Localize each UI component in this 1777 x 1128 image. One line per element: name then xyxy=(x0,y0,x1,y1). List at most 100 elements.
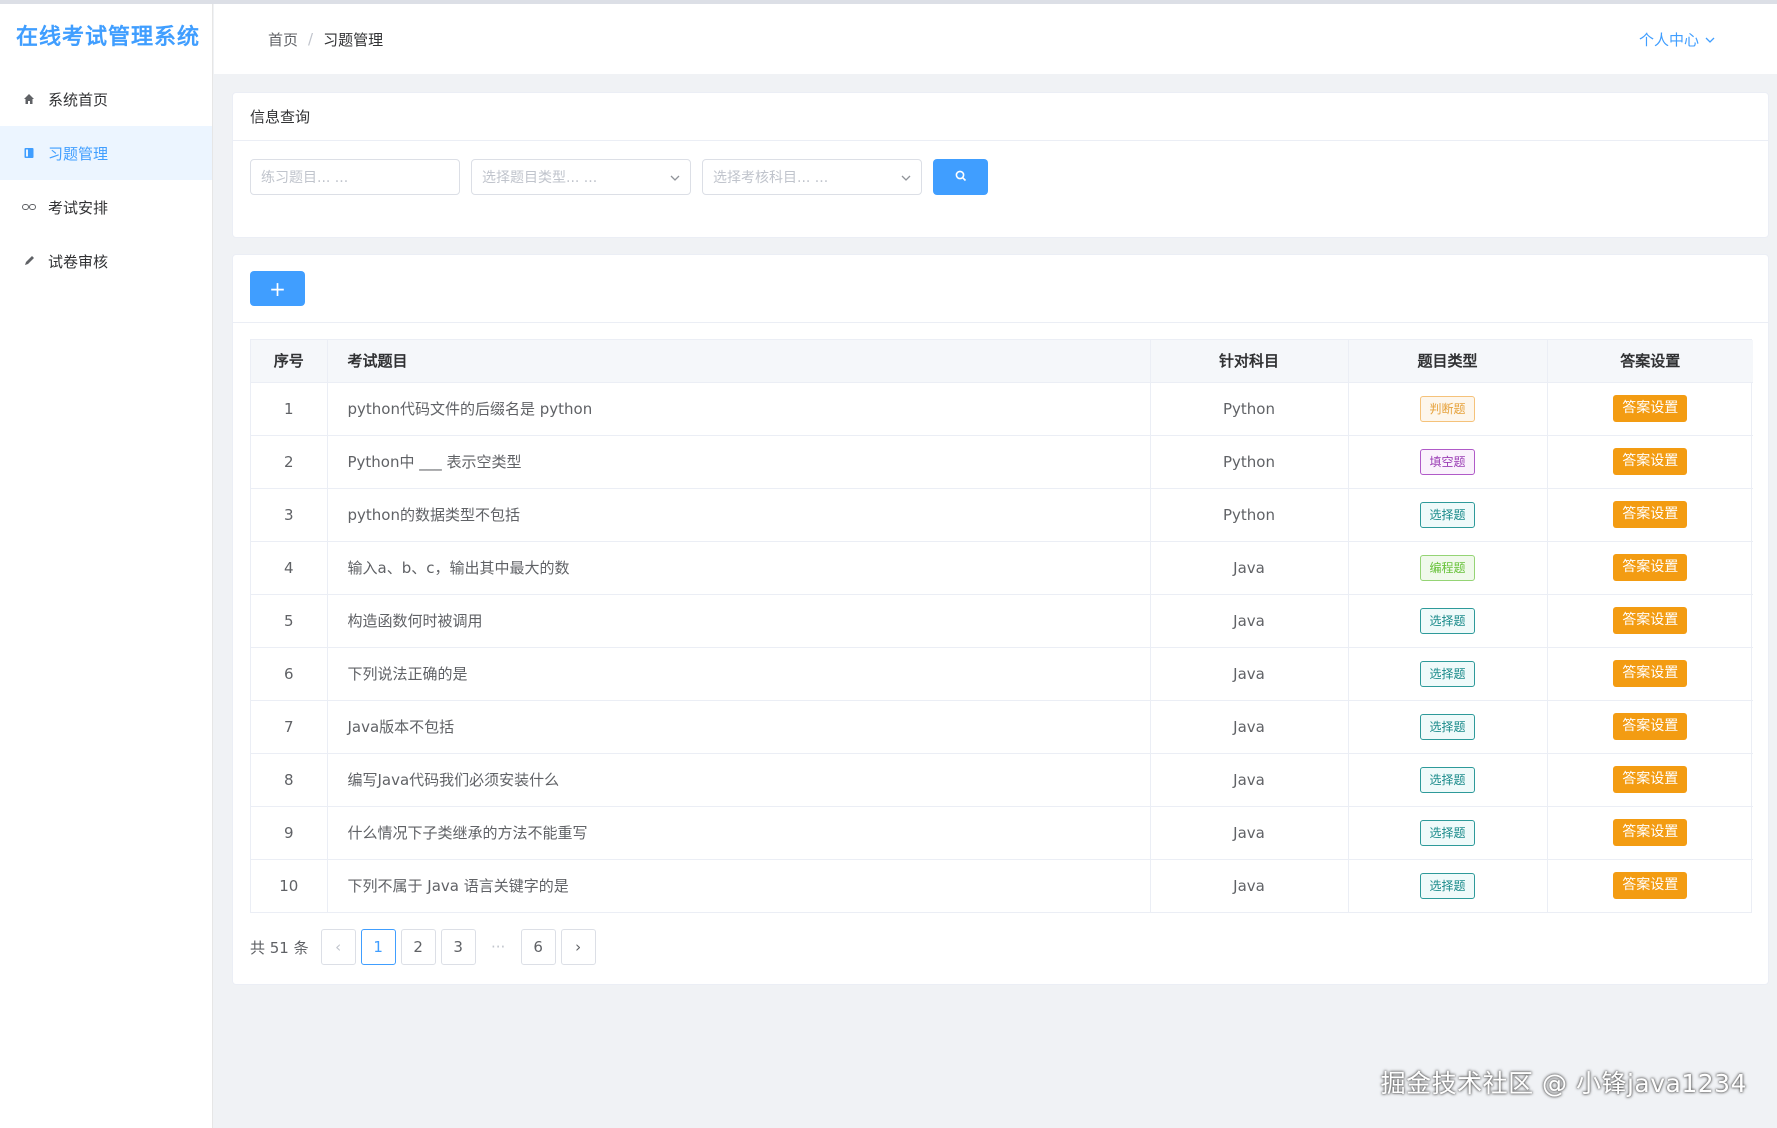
cell-subject: Java xyxy=(1150,753,1349,807)
question-type-tag: 选择题 xyxy=(1420,872,1475,899)
cell-subject: Java xyxy=(1150,541,1349,595)
pagination: 共 51 条 ‹ 1 2 3 ··· 6 › xyxy=(233,913,1768,965)
cell-type: 选择题 xyxy=(1348,806,1548,860)
cell-answer: 答案设置 xyxy=(1547,859,1753,912)
cell-no: 2 xyxy=(251,435,328,489)
question-search-input[interactable]: 练习题目... ... xyxy=(250,159,460,195)
cell-no: 9 xyxy=(251,806,328,860)
question-type-tag: 选择题 xyxy=(1420,501,1475,528)
table-row: 9 什么情况下子类继承的方法不能重写 Java 选择题 答案设置 xyxy=(251,806,1753,860)
sidebar-item-label: 习题管理 xyxy=(48,144,109,163)
answer-settings-button[interactable]: 答案设置 xyxy=(1613,501,1688,528)
table-header-row: 序号 考试题目 针对科目 题目类型 答案设置 xyxy=(251,340,1753,383)
table-row: 8 编写Java代码我们必须安装什么 Java 选择题 答案设置 xyxy=(251,753,1753,807)
pagination-total: 共 51 条 xyxy=(250,938,309,957)
table-row: 4 输入a、b、c，输出其中最大的数 Java 编程题 答案设置 xyxy=(251,541,1753,595)
user-center-label: 个人中心 xyxy=(1638,30,1699,49)
cell-no: 1 xyxy=(251,382,328,436)
cell-type: 填空题 xyxy=(1348,435,1548,489)
page-button-1[interactable]: 1 xyxy=(360,929,396,965)
page-button-2[interactable]: 2 xyxy=(400,929,436,965)
breadcrumb-home[interactable]: 首页 xyxy=(268,29,298,50)
answer-settings-button[interactable]: 答案设置 xyxy=(1613,448,1688,475)
list-toolbar: + xyxy=(233,255,1768,323)
subject-select[interactable]: 选择考核科目... ... xyxy=(702,159,922,195)
question-type-tag: 判断题 xyxy=(1420,395,1475,422)
search-button[interactable] xyxy=(933,159,988,195)
column-header-subject: 针对科目 xyxy=(1150,340,1349,383)
cell-answer: 答案设置 xyxy=(1547,594,1753,648)
cell-question: 下列不属于 Java 语言关键字的是 xyxy=(327,859,1151,912)
cell-answer: 答案设置 xyxy=(1547,541,1753,595)
chevron-down-icon xyxy=(901,171,911,184)
cell-type: 编程题 xyxy=(1348,541,1548,595)
question-type-tag: 选择题 xyxy=(1420,819,1475,846)
table-row: 7 Java版本不包括 Java 选择题 答案设置 xyxy=(251,700,1753,754)
answer-settings-button[interactable]: 答案设置 xyxy=(1613,607,1688,634)
query-card: 信息查询 练习题目... ... 选择题目类型... ... 选择考核科目...… xyxy=(232,92,1769,238)
question-list-card: + 序号 考试题目 针对科目 题目类型 答案设置 1 python代码文件的后缀名… xyxy=(232,254,1769,985)
sidebar: 在线考试管理系统 系统首页 习题管理 考试安排 试卷审核 xyxy=(0,4,213,1128)
sidebar-item-paper-review[interactable]: 试卷审核 xyxy=(0,234,212,288)
cell-no: 7 xyxy=(251,700,328,754)
page-button-last[interactable]: 6 xyxy=(520,929,556,965)
page-button-3[interactable]: 3 xyxy=(440,929,476,965)
table-row: 5 构造函数何时被调用 Java 选择题 答案设置 xyxy=(251,594,1753,648)
user-center-dropdown[interactable]: 个人中心 xyxy=(1639,29,1715,50)
cell-answer: 答案设置 xyxy=(1547,647,1753,701)
cell-answer: 答案设置 xyxy=(1547,435,1753,489)
table-row: 3 python的数据类型不包括 Python 选择题 答案设置 xyxy=(251,488,1753,542)
answer-settings-button[interactable]: 答案设置 xyxy=(1613,713,1688,740)
next-page-button[interactable]: › xyxy=(560,929,596,965)
answer-settings-button[interactable]: 答案设置 xyxy=(1613,872,1688,900)
question-type-tag: 选择题 xyxy=(1420,766,1475,793)
link-icon xyxy=(22,200,36,214)
prev-page-button[interactable]: ‹ xyxy=(320,929,356,965)
page-ellipsis[interactable]: ··· xyxy=(480,929,516,965)
cell-question: Java版本不包括 xyxy=(327,700,1151,754)
cell-question: python代码文件的后缀名是 python xyxy=(327,382,1151,436)
question-type-tag: 选择题 xyxy=(1420,713,1475,740)
answer-settings-button[interactable]: 答案设置 xyxy=(1613,395,1688,422)
sidebar-item-questions[interactable]: 习题管理 xyxy=(0,126,212,180)
question-type-tag: 选择题 xyxy=(1420,607,1475,634)
breadcrumb: 首页 / 习题管理 xyxy=(268,29,383,50)
watermark: 掘金技术社区 @ 小锋java1234 xyxy=(1380,1069,1747,1098)
query-form: 练习题目... ... 选择题目类型... ... 选择考核科目... ... xyxy=(233,141,1768,195)
cell-question: 输入a、b、c，输出其中最大的数 xyxy=(327,541,1151,595)
sidebar-item-label: 系统首页 xyxy=(48,90,109,109)
app-logo-title: 在线考试管理系统 xyxy=(16,25,201,50)
cell-subject: Java xyxy=(1150,700,1349,754)
table-row: 2 Python中 ___ 表示空类型 Python 填空题 答案设置 xyxy=(251,435,1753,489)
cell-type: 选择题 xyxy=(1348,594,1548,648)
chevron-down-icon xyxy=(1705,33,1715,46)
question-type-tag: 填空题 xyxy=(1420,448,1475,475)
answer-settings-button[interactable]: 答案设置 xyxy=(1613,819,1688,846)
answer-settings-button[interactable]: 答案设置 xyxy=(1613,554,1688,581)
question-type-tag: 编程题 xyxy=(1420,554,1475,581)
sidebar-item-home[interactable]: 系统首页 xyxy=(0,72,212,126)
sidebar-item-label: 试卷审核 xyxy=(48,252,109,271)
sidebar-item-exam-schedule[interactable]: 考试安排 xyxy=(0,180,212,234)
add-question-button[interactable]: + xyxy=(250,271,305,306)
home-icon xyxy=(22,92,36,106)
column-header-answer: 答案设置 xyxy=(1547,340,1753,383)
column-header-type: 题目类型 xyxy=(1348,340,1548,383)
cell-no: 8 xyxy=(251,753,328,807)
cell-answer: 答案设置 xyxy=(1547,753,1753,807)
cell-answer: 答案设置 xyxy=(1547,806,1753,860)
cell-no: 10 xyxy=(251,859,328,912)
pencil-icon xyxy=(22,254,36,268)
cell-type: 选择题 xyxy=(1348,488,1548,542)
answer-settings-button[interactable]: 答案设置 xyxy=(1613,766,1688,793)
cell-subject: Java xyxy=(1150,647,1349,701)
question-type-placeholder: 选择题目类型... ... xyxy=(482,170,598,186)
cell-no: 6 xyxy=(251,647,328,701)
cell-question: python的数据类型不包括 xyxy=(327,488,1151,542)
column-header-no: 序号 xyxy=(251,340,328,383)
book-icon xyxy=(22,146,36,160)
subject-placeholder: 选择考核科目... ... xyxy=(713,170,829,186)
answer-settings-button[interactable]: 答案设置 xyxy=(1613,660,1688,687)
cell-question: 什么情况下子类继承的方法不能重写 xyxy=(327,806,1151,860)
question-type-select[interactable]: 选择题目类型... ... xyxy=(471,159,691,195)
